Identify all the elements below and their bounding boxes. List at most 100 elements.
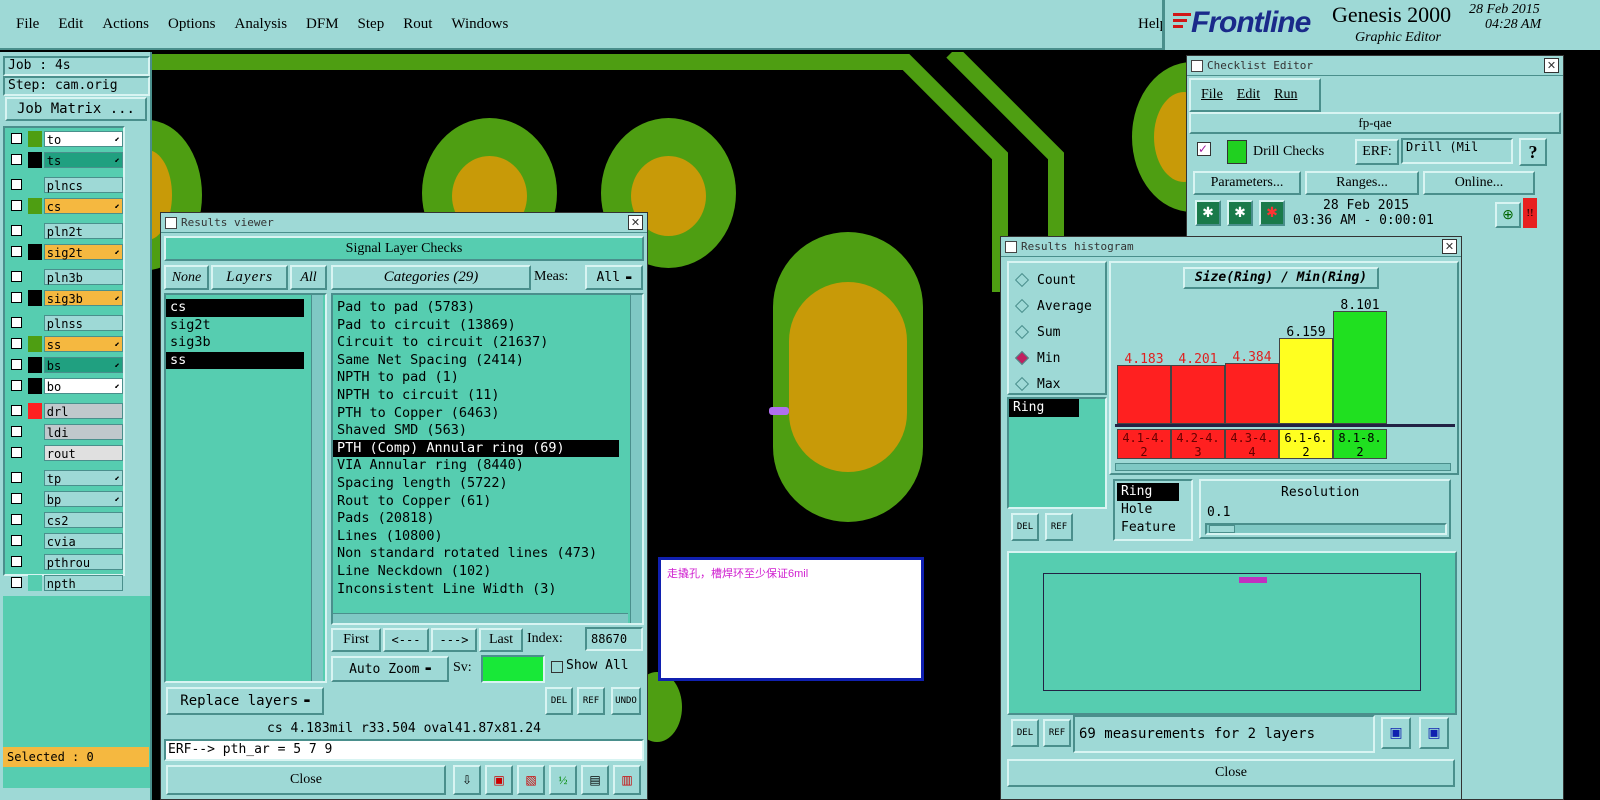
close-button[interactable]: Close (166, 765, 446, 795)
layer-checkbox[interactable] (11, 426, 22, 437)
zoom-icon[interactable]: ⊕ (1495, 202, 1521, 228)
layer-row[interactable]: pln2t (5, 220, 123, 241)
layer-result-item[interactable]: ss (166, 351, 304, 370)
report-icon[interactable]: ▤ (581, 765, 609, 795)
layer-name[interactable]: cs2 (43, 511, 123, 528)
layer-row[interactable]: pln3b (5, 266, 123, 287)
layer-row[interactable]: drl (5, 400, 123, 421)
preview-ref-button[interactable]: REF (1043, 719, 1071, 747)
histogram-list-item[interactable]: Ring (1009, 399, 1079, 417)
layer-row[interactable]: pthrou (5, 551, 123, 572)
measure-icon[interactable]: ⇩ (453, 765, 481, 795)
layer-color-swatch[interactable] (27, 176, 42, 193)
meas-dropdown[interactable]: All ▬ (585, 265, 643, 290)
category-item[interactable]: Lines (10800) (333, 528, 642, 546)
close-icon[interactable]: ✕ (1544, 58, 1559, 73)
layer-name[interactable]: pthrou (43, 553, 123, 570)
histogram-bar[interactable] (1333, 311, 1387, 424)
layer-checkbox[interactable] (11, 338, 22, 349)
layer-name[interactable]: sig3b ⬋ (43, 289, 123, 306)
layer-name[interactable]: sig2t ⬋ (43, 243, 123, 260)
zoom-out-icon[interactable]: ▣ (1419, 717, 1449, 749)
category-item[interactable]: Pad to circuit (13869) (333, 317, 642, 335)
erf-field[interactable]: Drill (Mil (1401, 138, 1513, 164)
category-item[interactable]: Inconsistent Line Width (3) (333, 581, 642, 599)
mode-radio-count[interactable]: Count (1009, 267, 1105, 293)
layer-row[interactable]: plnss (5, 312, 123, 333)
menu-file[interactable]: File (16, 16, 39, 33)
layer-row[interactable]: ts ⬋ (5, 149, 123, 170)
category-item[interactable]: Rout to Copper (61) (333, 493, 642, 511)
help-button[interactable]: ? (1519, 138, 1547, 166)
layer-name[interactable]: ts ⬋ (43, 151, 123, 168)
layer-checkbox[interactable] (11, 292, 22, 303)
mode-radio-min[interactable]: Min (1009, 345, 1105, 371)
half-icon[interactable]: ½ (549, 765, 577, 795)
category-item[interactable]: Non standard rotated lines (473) (333, 545, 642, 563)
category-item[interactable]: Pads (20818) (333, 510, 642, 528)
layer-checkbox[interactable] (11, 514, 22, 525)
layer-row[interactable]: bo ⬋ (5, 375, 123, 396)
layer-row[interactable]: ldi (5, 421, 123, 442)
layer-name[interactable]: plnss (43, 314, 123, 331)
layer-color-swatch[interactable] (27, 377, 42, 394)
layer-row[interactable]: sig3b ⬋ (5, 287, 123, 308)
layer-color-swatch[interactable] (27, 130, 42, 147)
category-item[interactable]: VIA Annular ring (8440) (333, 457, 642, 475)
layer-checkbox[interactable] (11, 154, 22, 165)
layer-checkbox[interactable] (11, 447, 22, 458)
layer-checkbox[interactable] (11, 246, 22, 257)
layer-checkbox[interactable] (11, 535, 22, 546)
mode-radio-max[interactable]: Max (1009, 371, 1105, 397)
checklist-menu-file[interactable]: File (1201, 87, 1223, 103)
histogram-bar[interactable] (1117, 365, 1171, 424)
layer-color-swatch[interactable] (27, 335, 42, 352)
category-item[interactable]: Circuit to circuit (21637) (333, 334, 642, 352)
category-item[interactable]: Same Net Spacing (2414) (333, 352, 642, 370)
measure-type-item[interactable]: Ring (1117, 483, 1179, 501)
category-item[interactable]: NPTH to pad (1) (333, 369, 642, 387)
layer-color-swatch[interactable] (27, 151, 42, 168)
category-item[interactable]: Spacing length (5722) (333, 475, 642, 493)
parameters-button[interactable]: Parameters... (1193, 171, 1301, 195)
layer-name[interactable]: pln3b (43, 268, 123, 285)
histogram-icon[interactable]: ▥ (613, 765, 641, 795)
layer-checkbox[interactable] (11, 405, 22, 416)
layer-checkbox[interactable] (11, 317, 22, 328)
categories-button[interactable]: Categories (29) (331, 265, 531, 290)
undo-button[interactable]: UNDO (611, 687, 641, 715)
layer-name[interactable]: pln2t (43, 222, 123, 239)
layer-list-scrollbar[interactable] (311, 295, 323, 681)
histogram-layer-list[interactable]: Ring (1007, 397, 1107, 509)
layer-checkbox[interactable] (11, 200, 22, 211)
layer-color-swatch[interactable] (27, 222, 42, 239)
layer-color-swatch[interactable] (27, 243, 42, 260)
category-item[interactable]: PTH to Copper (6463) (333, 405, 642, 423)
run-all-icon[interactable]: ✱ (1227, 200, 1253, 226)
category-list-scrollbar[interactable] (630, 295, 642, 623)
histogram-bar[interactable] (1279, 338, 1333, 424)
menu-analysis[interactable]: Analysis (235, 16, 288, 33)
del-button[interactable]: DEL (545, 687, 573, 715)
layer-checkbox[interactable] (11, 556, 22, 567)
menu-edit[interactable]: Edit (58, 16, 83, 33)
layer-result-item[interactable]: cs (166, 299, 304, 317)
sv-color-button[interactable] (481, 655, 545, 683)
layer-row[interactable]: rout (5, 442, 123, 463)
layer-color-swatch[interactable] (27, 553, 42, 570)
layer-checkbox[interactable] (11, 179, 22, 190)
first-button[interactable]: First (331, 628, 381, 652)
layer-color-swatch[interactable] (27, 511, 42, 528)
layer-name[interactable]: to ⬋ (43, 130, 123, 147)
run-icon[interactable]: ✱ (1195, 200, 1221, 226)
online-button[interactable]: Online... (1423, 171, 1535, 195)
category-horizontal-scrollbar[interactable] (333, 613, 628, 623)
close-icon[interactable]: ✕ (1442, 239, 1457, 254)
layer-result-item[interactable]: sig2t (166, 317, 325, 335)
layer-color-swatch[interactable] (27, 402, 42, 419)
category-item[interactable]: Pad to pad (5783) (333, 299, 642, 317)
histogram-del-button[interactable]: DEL (1011, 513, 1039, 541)
layer-row[interactable]: bs ⬋ (5, 354, 123, 375)
layer-name[interactable]: bo ⬋ (43, 377, 123, 394)
layer-color-swatch[interactable] (27, 423, 42, 440)
